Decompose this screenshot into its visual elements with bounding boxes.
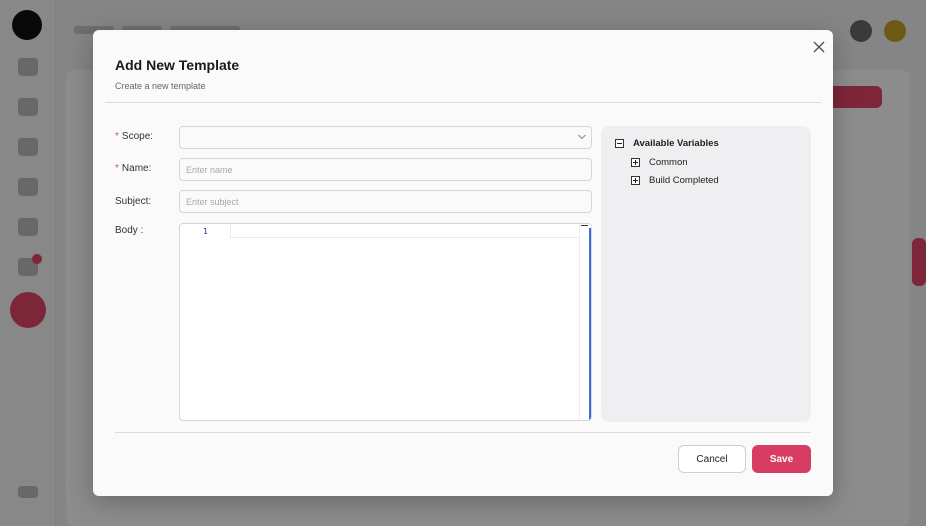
editor-scroll-marker xyxy=(581,225,588,226)
name-label: * Name: xyxy=(115,163,152,174)
header-divider xyxy=(105,102,821,103)
expand-icon[interactable] xyxy=(631,158,640,167)
close-icon[interactable] xyxy=(811,39,827,55)
scope-label: * Scope: xyxy=(115,131,154,142)
add-template-modal: Add New Template Create a new template *… xyxy=(93,30,833,496)
save-button[interactable]: Save xyxy=(752,445,811,473)
required-marker: * xyxy=(115,163,119,174)
variables-tree-item-common[interactable]: Common xyxy=(649,157,688,168)
variables-tree-root[interactable]: Available Variables xyxy=(633,138,719,149)
editor-gutter-accent xyxy=(589,228,591,420)
body-label: Body : xyxy=(115,225,144,236)
name-input[interactable] xyxy=(179,158,592,181)
scope-select[interactable] xyxy=(179,126,592,149)
subject-input[interactable] xyxy=(179,190,592,213)
collapse-icon[interactable] xyxy=(615,139,624,148)
editor-active-line[interactable] xyxy=(230,224,580,238)
cancel-button[interactable]: Cancel xyxy=(678,445,746,473)
variables-tree-item-build-completed[interactable]: Build Completed xyxy=(649,175,719,186)
body-code-editor[interactable]: 1 xyxy=(179,223,592,421)
subject-label: Subject: xyxy=(115,196,152,207)
available-variables-panel: Available Variables Common Build Complet… xyxy=(601,126,811,422)
required-marker: * xyxy=(115,131,119,142)
modal-title: Add New Template xyxy=(115,57,240,73)
modal-subtitle: Create a new template xyxy=(115,81,206,91)
expand-icon[interactable] xyxy=(631,176,640,185)
footer-divider xyxy=(115,432,811,433)
line-number: 1 xyxy=(203,227,208,236)
chevron-down-icon[interactable] xyxy=(577,133,587,141)
